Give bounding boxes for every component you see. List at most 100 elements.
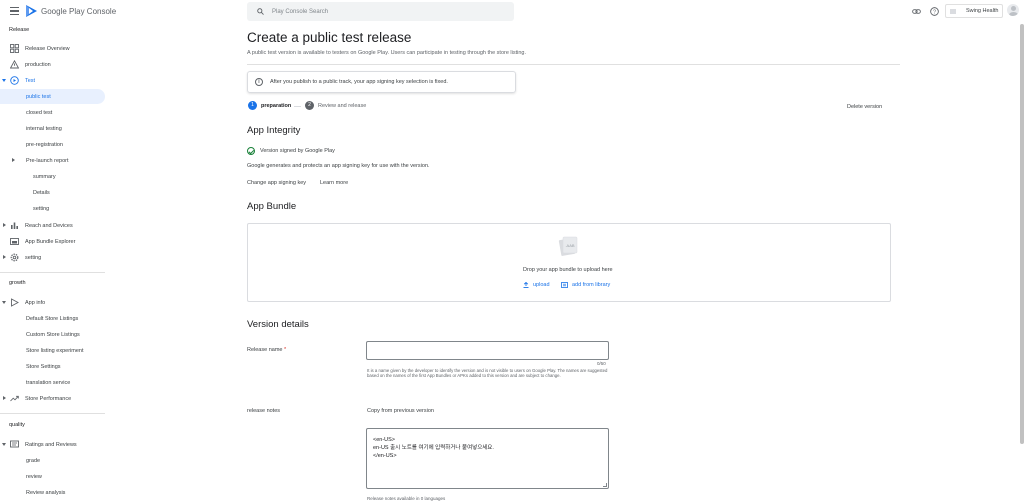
sidebar-item-label: Ratings and Reviews bbox=[25, 441, 77, 448]
step-connector bbox=[294, 105, 301, 107]
notes-line: </en-US> bbox=[373, 453, 397, 459]
chevron-right-icon bbox=[3, 396, 6, 400]
bar-chart-icon bbox=[11, 222, 18, 229]
sidebar-item-app-info[interactable]: App info bbox=[0, 295, 105, 310]
sidebar-item-label: App Bundle Explorer bbox=[25, 238, 76, 245]
sidebar-item-label: Details bbox=[33, 189, 50, 196]
search-bar[interactable]: Play Console Search bbox=[247, 2, 514, 21]
sidebar-item-details[interactable]: Details bbox=[0, 185, 105, 200]
sidebar-item-label: internal testing bbox=[26, 125, 62, 132]
sidebar-item-default-listings[interactable]: Default Store Listings bbox=[0, 311, 105, 326]
help-icon[interactable]: ? bbox=[930, 7, 939, 16]
learn-more-link[interactable]: Learn more bbox=[320, 180, 348, 186]
bundle-icon bbox=[10, 238, 19, 245]
release-name-input[interactable] bbox=[366, 341, 609, 360]
sidebar-item-label: Default Store Listings bbox=[26, 315, 79, 322]
step-review-release[interactable]: Review and release bbox=[318, 103, 366, 109]
trending-up-icon bbox=[10, 395, 19, 402]
sidebar-item-label: Reach and Devices bbox=[25, 222, 73, 229]
warning-icon bbox=[10, 60, 19, 69]
sidebar-item-store-performance[interactable]: Store Performance bbox=[0, 391, 105, 406]
sidebar-item-store-settings[interactable]: Store Settings bbox=[0, 359, 105, 374]
sidebar-item-label: setting bbox=[33, 205, 50, 212]
sidebar-item-label: public test bbox=[26, 93, 51, 100]
gear-icon bbox=[10, 253, 19, 262]
sidebar-item-summary[interactable]: summary bbox=[0, 169, 105, 184]
sidebar-item-review-analysis[interactable]: Review analysis bbox=[0, 485, 105, 500]
char-counter: 0/50 bbox=[597, 361, 606, 366]
avatar[interactable] bbox=[1007, 4, 1019, 16]
sidebar-item-pre-launch-report[interactable]: Pre-launch report bbox=[0, 153, 105, 168]
sidebar-divider bbox=[0, 413, 105, 414]
svg-text:?: ? bbox=[933, 10, 936, 16]
divider bbox=[247, 64, 900, 65]
release-notes-textarea[interactable]: <en-US> en-US 출시 노트를 여기에 입력하거나 붙여넣으세요. <… bbox=[366, 428, 609, 489]
sidebar-item-label: production bbox=[25, 61, 51, 68]
step-preparation[interactable]: preparation bbox=[261, 103, 291, 109]
sidebar-item-label: review bbox=[26, 473, 42, 480]
resize-handle[interactable] bbox=[603, 483, 607, 487]
sidebar-item-setting[interactable]: setting bbox=[0, 250, 105, 265]
section-quality: quality bbox=[9, 422, 25, 428]
upload-button[interactable]: upload bbox=[533, 282, 550, 288]
release-notes-label: release notes bbox=[247, 408, 281, 414]
sidebar-item-bundle-explorer[interactable]: App Bundle Explorer bbox=[0, 234, 105, 249]
menu-icon[interactable] bbox=[10, 7, 19, 15]
delete-version-button[interactable]: Delete version bbox=[847, 104, 882, 110]
signed-status: Version signed by Google Play bbox=[260, 148, 335, 154]
sidebar-item-label: Store Performance bbox=[25, 395, 72, 402]
chevron-down-icon bbox=[2, 443, 6, 446]
sidebar-item-closed-test[interactable]: closed test bbox=[0, 105, 105, 120]
library-icon bbox=[561, 282, 568, 288]
sidebar-item-reach-devices[interactable]: Reach and Devices bbox=[0, 218, 105, 233]
step-number-active: 1 bbox=[248, 101, 257, 110]
sidebar-item-internal-testing[interactable]: internal testing bbox=[0, 121, 105, 136]
app-brand[interactable]: Google Play Console bbox=[41, 7, 116, 16]
copy-previous-version-link[interactable]: Copy from previous version bbox=[367, 408, 434, 414]
account-switcher[interactable]: Swing Health bbox=[945, 4, 1003, 18]
sidebar-item-ratings-reviews[interactable]: Ratings and Reviews bbox=[0, 437, 105, 452]
sidebar-item-label: Store listing experiment bbox=[26, 347, 84, 354]
chevron-right-icon bbox=[3, 223, 6, 227]
developer-image-icon bbox=[950, 9, 956, 14]
sidebar-item-pre-registration[interactable]: pre-registration bbox=[0, 137, 105, 152]
sidebar-item-translation[interactable]: translation service bbox=[0, 375, 105, 390]
search-icon bbox=[257, 8, 264, 15]
sidebar-item-report-setting[interactable]: setting bbox=[0, 201, 105, 216]
sidebar-item-review[interactable]: review bbox=[0, 469, 105, 484]
chevron-right-icon bbox=[12, 158, 15, 162]
check-circle-icon bbox=[247, 147, 255, 155]
search-input[interactable]: Play Console Search bbox=[272, 9, 328, 15]
sidebar-item-grade[interactable]: grade bbox=[0, 453, 105, 468]
notes-line: <en-US> bbox=[373, 437, 396, 443]
sidebar-item-release-overview[interactable]: Release Overview bbox=[0, 41, 105, 56]
dropzone-text: Drop your app bundle to upload here bbox=[523, 267, 613, 273]
step-number: 2 bbox=[305, 101, 314, 110]
play-console-logo bbox=[26, 5, 37, 17]
chevron-down-icon bbox=[2, 79, 6, 82]
sidebar-item-label: Custom Store Listings bbox=[26, 331, 80, 338]
section-release: Release bbox=[9, 27, 30, 33]
sidebar-item-label: App info bbox=[25, 299, 46, 306]
top-bar: Google Play Console Play Console Search … bbox=[0, 0, 1024, 24]
change-signing-key-link[interactable]: Change app signing key bbox=[247, 180, 306, 186]
sidebar-item-label: Test bbox=[25, 77, 36, 84]
add-from-library-button[interactable]: add from library bbox=[572, 282, 610, 288]
sidebar-item-public-test[interactable]: public test bbox=[0, 89, 105, 104]
sidebar-item-custom-listings[interactable]: Custom Store Listings bbox=[0, 327, 105, 342]
notes-language-count: Release notes available in 0 languages bbox=[367, 496, 446, 501]
info-icon: i bbox=[255, 78, 263, 86]
play-store-icon bbox=[11, 298, 19, 307]
scrollbar[interactable] bbox=[1020, 24, 1024, 444]
sidebar-item-label: closed test bbox=[26, 109, 53, 116]
notes-line: en-US 출시 노트를 여기에 입력하거나 붙여넣으세요. bbox=[373, 445, 494, 451]
page-title: Create a public test release bbox=[247, 30, 412, 45]
integrity-description: Google generates and protects an app sig… bbox=[247, 163, 430, 169]
dashboard-icon bbox=[10, 44, 19, 53]
sidebar-item-label: Release Overview bbox=[25, 45, 70, 52]
sidebar-item-label: Store Settings bbox=[26, 363, 61, 370]
sidebar-item-production[interactable]: production bbox=[0, 57, 105, 72]
sidebar-item-test[interactable]: Test bbox=[0, 73, 105, 88]
sidebar-item-listing-experiment[interactable]: Store listing experiment bbox=[0, 343, 105, 358]
link-icon[interactable] bbox=[912, 7, 921, 16]
